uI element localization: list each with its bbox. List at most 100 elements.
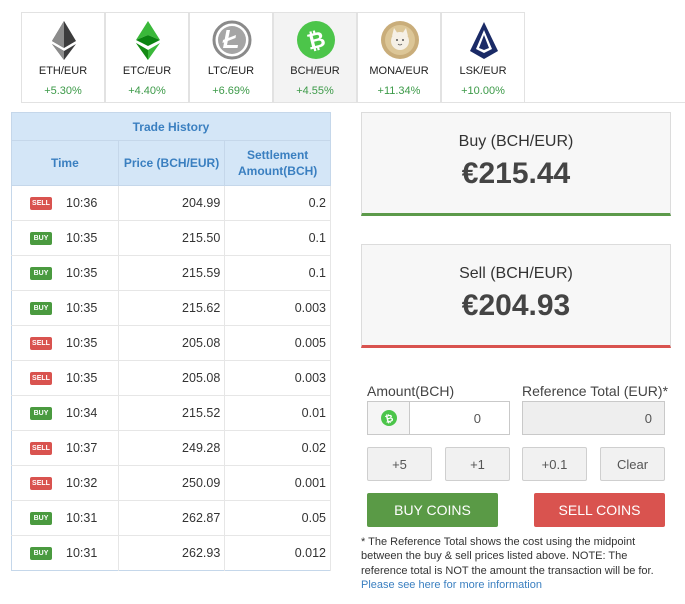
- trade-amount: 0.001: [224, 465, 331, 501]
- reference-total-input: [523, 402, 664, 434]
- tab-change: +11.34%: [377, 85, 421, 97]
- trade-time-cell: SELL 10:36: [11, 185, 119, 221]
- trade-time: 10:32: [66, 475, 98, 490]
- buy-badge: BUY: [30, 232, 52, 246]
- add-0-1-button[interactable]: +0.1: [522, 447, 587, 481]
- trade-time-cell: BUY 10:34: [11, 395, 119, 431]
- monacoin-icon: [381, 21, 419, 59]
- buy-badge: BUY: [30, 547, 52, 561]
- tab-pair-label: LTC/EUR: [207, 65, 255, 77]
- trade-time: 10:35: [66, 300, 98, 315]
- trade-time-cell: BUY 10:35: [11, 255, 119, 291]
- sell-badge: SELL: [30, 197, 52, 211]
- trade-price: 215.59: [118, 255, 226, 291]
- sell-price-label: Sell (BCH/EUR): [459, 265, 573, 282]
- trade-time: 10:35: [66, 230, 98, 245]
- trade-amount: 0.012: [224, 535, 331, 571]
- tab-eth-eur[interactable]: ETH/EUR +5.30%: [21, 12, 105, 102]
- tab-change: +6.69%: [212, 85, 250, 97]
- trade-time: 10:35: [66, 265, 98, 280]
- sell-badge: SELL: [30, 477, 52, 491]
- trade-time: 10:34: [66, 405, 98, 420]
- table-row: SELL 10:37 249.28 0.02: [11, 430, 331, 466]
- sell-coins-button[interactable]: SELL COINS: [534, 493, 665, 527]
- lisk-icon: [470, 22, 498, 59]
- trade-price: 204.99: [118, 185, 226, 221]
- trade-time-cell: SELL 10:35: [11, 360, 119, 396]
- amount-field: ₿: [367, 401, 510, 435]
- reference-total-label: Reference Total (EUR)*: [522, 383, 669, 399]
- table-row: BUY 10:35 215.59 0.1: [11, 255, 331, 291]
- trade-price: 215.52: [118, 395, 226, 431]
- tab-mona-eur[interactable]: MONA/EUR +11.34%: [357, 12, 441, 102]
- trade-time: 10:31: [66, 510, 98, 525]
- trade-time-cell: BUY 10:31: [11, 535, 119, 571]
- trade-time-cell: SELL 10:35: [11, 325, 119, 361]
- trade-time: 10:35: [66, 370, 98, 385]
- more-information-link[interactable]: Please see here for more information: [361, 579, 542, 591]
- buy-coins-button[interactable]: BUY COINS: [367, 493, 498, 527]
- trade-time-cell: BUY 10:35: [11, 220, 119, 256]
- amount-label: Amount(BCH): [367, 383, 455, 399]
- trade-amount: 0.02: [224, 430, 331, 466]
- add-5-button[interactable]: +5: [367, 447, 432, 481]
- column-header-price: Price (BCH/EUR): [117, 140, 226, 186]
- trade-amount: 0.05: [224, 500, 331, 536]
- trade-time: 10:36: [66, 195, 98, 210]
- trade-time: 10:35: [66, 335, 98, 350]
- trade-history-title: Trade History: [11, 112, 331, 141]
- amount-coin-addon: ₿: [368, 402, 410, 434]
- clear-button[interactable]: Clear: [600, 447, 665, 481]
- trade-history-body: SELL 10:36 204.99 0.2 BUY 10:35 215.50 0.1 BUY 10…: [11, 185, 331, 571]
- reference-note-text: * The Reference Total shows the cost usi…: [361, 536, 654, 577]
- tab-etc-eur[interactable]: ETC/EUR +4.40%: [105, 12, 189, 102]
- trade-price: 262.93: [118, 535, 226, 571]
- ethereum-icon: [52, 21, 76, 60]
- column-header-time: Time: [11, 140, 119, 186]
- tab-change: +10.00%: [461, 85, 505, 97]
- trade-price: 205.08: [118, 325, 226, 361]
- trade-time: 10:37: [66, 440, 98, 455]
- litecoin-icon: [212, 20, 252, 60]
- trade-price: 215.50: [118, 220, 226, 256]
- buy-price-panel: Buy (BCH/EUR) €215.44: [361, 112, 671, 216]
- buy-price-value: €215.44: [461, 157, 571, 190]
- buy-badge: BUY: [30, 267, 52, 281]
- trade-time-cell: BUY 10:35: [11, 290, 119, 326]
- table-row: BUY 10:35 215.50 0.1: [11, 220, 331, 256]
- amount-input[interactable]: [411, 402, 509, 434]
- trade-price: 205.08: [118, 360, 226, 396]
- coin-tabs: ETH/EUR +5.30% ETC/EUR +4.40% LTC/EUR +6…: [21, 12, 685, 103]
- tab-change: +4.55%: [296, 85, 334, 97]
- trade-amount: 0.01: [224, 395, 331, 431]
- reference-note: * The Reference Total shows the cost usi…: [361, 535, 673, 593]
- ethereum-classic-icon: [136, 21, 160, 60]
- tab-pair-label: LSK/EUR: [459, 65, 507, 77]
- trade-price: 215.62: [118, 290, 226, 326]
- trade-time-cell: SELL 10:37: [11, 430, 119, 466]
- table-row: BUY 10:35 215.62 0.003: [11, 290, 331, 326]
- tab-change: +5.30%: [44, 85, 82, 97]
- tab-bch-eur[interactable]: ₿ BCH/EUR +4.55%: [273, 12, 357, 102]
- table-row: SELL 10:36 204.99 0.2: [11, 185, 331, 221]
- sell-badge: SELL: [30, 442, 52, 456]
- trade-amount: 0.005: [224, 325, 331, 361]
- trade-amount: 0.2: [224, 185, 331, 221]
- buy-badge: BUY: [30, 302, 52, 316]
- trade-amount: 0.1: [224, 220, 331, 256]
- sell-price-value: €204.93: [461, 289, 571, 322]
- trade-history-table: Trade History Time Price (BCH/EUR) Settl…: [11, 112, 331, 571]
- tab-pair-label: ETH/EUR: [38, 65, 88, 77]
- table-row: SELL 10:35 205.08 0.005: [11, 325, 331, 361]
- buy-price-label: Buy (BCH/EUR): [458, 133, 574, 150]
- tab-ltc-eur[interactable]: LTC/EUR +6.69%: [189, 12, 273, 102]
- buy-badge: BUY: [30, 407, 52, 421]
- table-row: SELL 10:32 250.09 0.001: [11, 465, 331, 501]
- tab-pair-label: ETC/EUR: [122, 65, 172, 77]
- trade-time-cell: BUY 10:31: [11, 500, 119, 536]
- tab-lsk-eur[interactable]: LSK/EUR +10.00%: [441, 12, 525, 102]
- trade-price: 249.28: [118, 430, 226, 466]
- add-1-button[interactable]: +1: [445, 447, 510, 481]
- sell-badge: SELL: [30, 337, 52, 351]
- table-row: SELL 10:35 205.08 0.003: [11, 360, 331, 396]
